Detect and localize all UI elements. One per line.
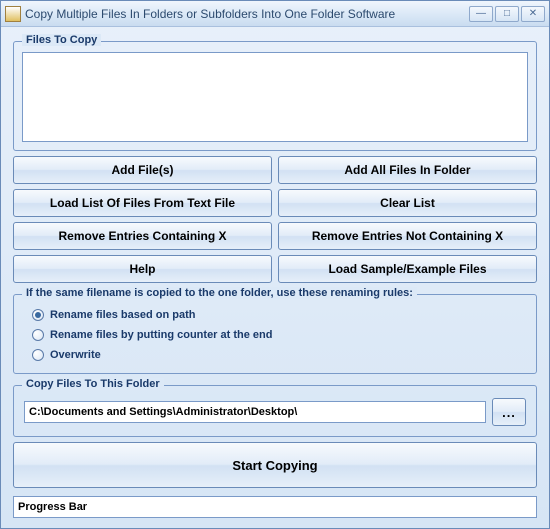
files-to-copy-group: Files To Copy [13,41,537,151]
remove-entries-containing-button[interactable]: Remove Entries Containing X [13,222,272,250]
app-icon [5,6,21,22]
radio-rename-based-on-path[interactable]: Rename files based on path [32,309,522,321]
radio-label: Rename files based on path [50,309,195,321]
content-area: Files To Copy Add File(s) Add All Files … [1,27,549,528]
add-files-button[interactable]: Add File(s) [13,156,272,184]
window-title: Copy Multiple Files In Folders or Subfol… [25,7,469,21]
main-window: Copy Multiple Files In Folders or Subfol… [0,0,550,529]
files-listbox[interactable] [22,52,528,142]
close-button[interactable]: ✕ [521,6,545,22]
destination-folder-group: Copy Files To This Folder C:\Documents a… [13,385,537,437]
maximize-button[interactable]: □ [495,6,519,22]
radio-label: Overwrite [50,349,101,361]
radio-rename-counter-at-end[interactable]: Rename files by putting counter at the e… [32,329,522,341]
window-controls: — □ ✕ [469,6,545,22]
radio-icon [32,309,44,321]
radio-overwrite[interactable]: Overwrite [32,349,522,361]
load-list-from-text-file-button[interactable]: Load List Of Files From Text File [13,189,272,217]
minimize-button[interactable]: — [469,6,493,22]
radio-icon [32,329,44,341]
files-to-copy-legend: Files To Copy [22,34,101,46]
radio-icon [32,349,44,361]
destination-path-input[interactable]: C:\Documents and Settings\Administrator\… [24,401,486,423]
radio-label: Rename files by putting counter at the e… [50,329,272,341]
titlebar: Copy Multiple Files In Folders or Subfol… [1,1,549,27]
load-sample-files-button[interactable]: Load Sample/Example Files [278,255,537,283]
rename-rules-radiogroup: Rename files based on path Rename files … [22,303,528,365]
rename-rules-group: If the same filename is copied to the on… [13,294,537,374]
browse-folder-button[interactable]: ... [492,398,526,426]
remove-entries-not-containing-button[interactable]: Remove Entries Not Containing X [278,222,537,250]
start-copying-button[interactable]: Start Copying [13,442,537,488]
progress-bar: Progress Bar [13,496,537,518]
destination-folder-legend: Copy Files To This Folder [22,378,164,390]
add-all-files-in-folder-button[interactable]: Add All Files In Folder [278,156,537,184]
clear-list-button[interactable]: Clear List [278,189,537,217]
help-button[interactable]: Help [13,255,272,283]
rename-rules-legend: If the same filename is copied to the on… [22,287,417,299]
